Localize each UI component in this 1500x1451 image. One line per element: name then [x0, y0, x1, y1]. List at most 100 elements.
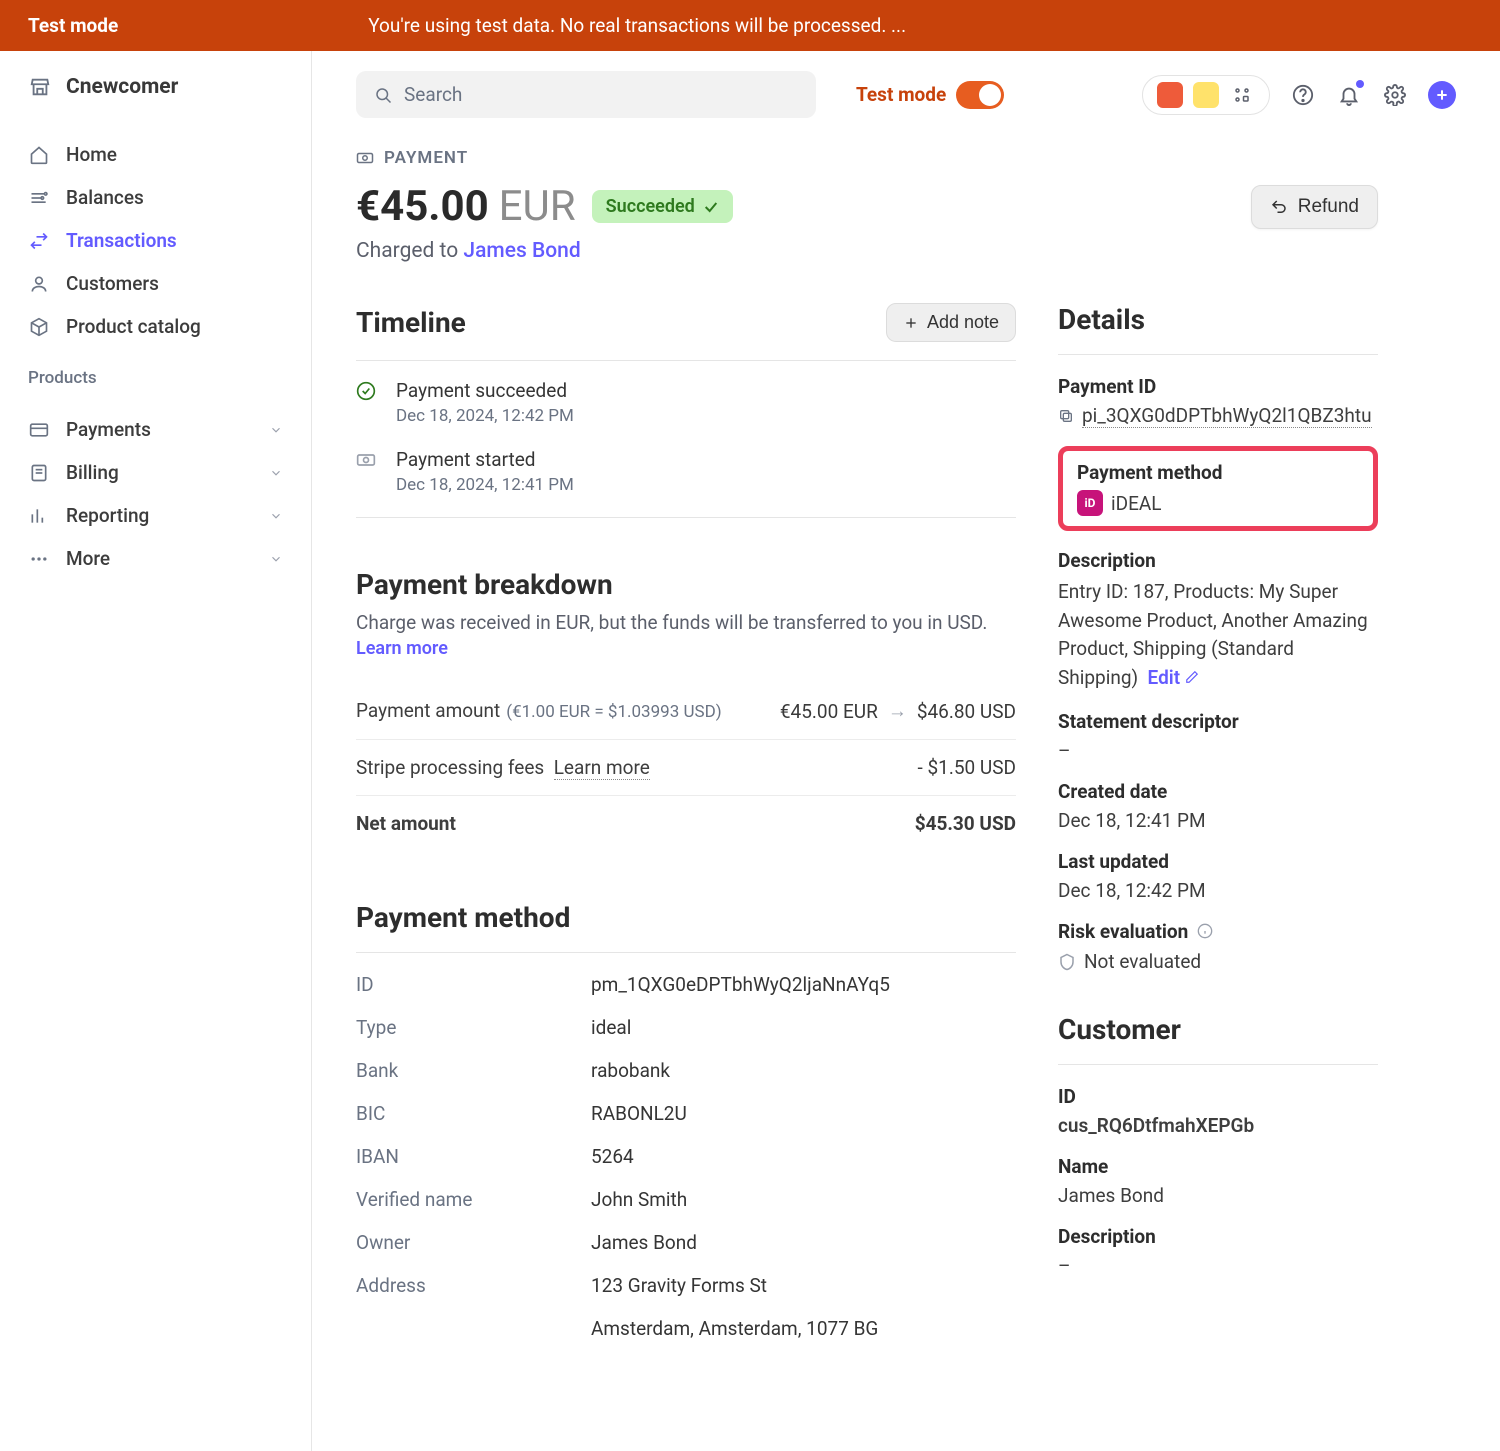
check-icon	[703, 199, 719, 215]
toggle-switch[interactable]	[956, 81, 1004, 109]
breakdown-row: Payment amount(€1.00 EUR = $1.03993 USD)…	[356, 683, 1016, 740]
refund-button[interactable]: Refund	[1251, 185, 1378, 229]
nav-payments[interactable]: Payments	[0, 408, 311, 451]
arrow-right-icon: →	[888, 699, 907, 723]
payment-method-title: Payment method	[356, 901, 570, 934]
banner-title: Test mode	[28, 14, 118, 37]
created-label: Created date	[1058, 780, 1378, 803]
balances-icon	[28, 187, 50, 209]
pencil-icon	[1185, 670, 1199, 684]
chevron-down-icon	[269, 423, 283, 437]
nav-billing[interactable]: Billing	[0, 451, 311, 494]
org-name: Cnewcomer	[66, 75, 178, 99]
description-value: Entry ID: 187, Products: My Super Awesom…	[1058, 578, 1378, 692]
created-value: Dec 18, 12:41 PM	[1058, 809, 1378, 832]
nav-home[interactable]: Home	[0, 133, 311, 176]
topbar: Search Test mode	[312, 51, 1500, 138]
pm-row: Bankrabobank	[356, 1049, 1016, 1092]
breakdown-note: Charge was received in EUR, but the fund…	[356, 611, 1016, 634]
app-switcher[interactable]	[1142, 75, 1270, 115]
risk-value: Not evaluated	[1084, 950, 1201, 973]
nav-reporting[interactable]: Reporting	[0, 494, 311, 537]
ideal-icon: iD	[1077, 490, 1103, 516]
payment-id-label: Payment ID	[1058, 375, 1378, 398]
customer-desc-label: Description	[1058, 1225, 1378, 1248]
test-mode-toggle[interactable]: Test mode	[856, 81, 1004, 109]
pm-row: Amsterdam, Amsterdam, 1077 BG	[356, 1307, 1016, 1350]
nav-label: Home	[66, 143, 117, 166]
payment-id-value[interactable]: pi_3QXG0dDPTbhWyQ2l1QBZ3htu	[1082, 404, 1372, 428]
org-switcher[interactable]: Cnewcomer	[0, 75, 311, 123]
customer-name-label: Name	[1058, 1155, 1378, 1178]
payment-currency: EUR	[499, 182, 576, 231]
payment-method-highlight: Payment method iD iDEAL	[1058, 446, 1378, 531]
pm-value-row: iD iDEAL	[1077, 490, 1359, 516]
pm-row: Address123 Gravity Forms St	[356, 1264, 1016, 1307]
timeline-item: Payment started Dec 18, 2024, 12:41 PM	[356, 448, 1016, 495]
charged-to: Charged to James Bond	[356, 239, 1378, 263]
test-mode-banner: Test mode You're using test data. No rea…	[0, 0, 1500, 51]
breakdown-row: Stripe processing fees Learn more - $1.5…	[356, 740, 1016, 796]
plus-icon	[903, 315, 919, 331]
user-icon	[28, 273, 50, 295]
add-note-label: Add note	[927, 312, 999, 333]
bell-icon[interactable]	[1336, 82, 1362, 108]
banner-message: You're using test data. No real transact…	[368, 14, 906, 37]
search-input[interactable]: Search	[356, 71, 816, 118]
timeline-time: Dec 18, 2024, 12:42 PM	[396, 406, 574, 426]
nav-more[interactable]: More	[0, 537, 311, 580]
shield-icon	[1058, 953, 1076, 971]
updated-label: Last updated	[1058, 850, 1378, 873]
test-mode-label: Test mode	[856, 83, 946, 106]
customer-id-link[interactable]: cus_RQ6DtfmahXEPGb	[1058, 1114, 1378, 1137]
nav-balances[interactable]: Balances	[0, 176, 311, 219]
timeline-time: Dec 18, 2024, 12:41 PM	[396, 475, 574, 495]
app-icon-2	[1193, 82, 1219, 108]
add-note-button[interactable]: Add note	[886, 303, 1016, 342]
pm-row: Typeideal	[356, 1006, 1016, 1049]
package-icon	[28, 316, 50, 338]
nav-label: Product catalog	[66, 315, 201, 338]
pm-row: BICRABONL2U	[356, 1092, 1016, 1135]
app-icon-1	[1157, 82, 1183, 108]
home-icon	[28, 144, 50, 166]
payment-amount: €45.00	[356, 182, 489, 231]
customer-link[interactable]: James Bond	[463, 239, 580, 263]
create-button[interactable]	[1428, 81, 1456, 109]
breakdown-learn-more[interactable]: Learn more	[356, 638, 1016, 659]
nav-label: Billing	[66, 461, 119, 484]
payment-id-row: pi_3QXG0dDPTbhWyQ2l1QBZ3htu	[1058, 404, 1378, 428]
breakdown-title: Payment breakdown	[356, 568, 1016, 601]
nav-product-catalog[interactable]: Product catalog	[0, 305, 311, 348]
pm-label: Payment method	[1077, 461, 1359, 484]
nav-label: Transactions	[66, 229, 177, 252]
customer-title: Customer	[1058, 1013, 1378, 1065]
nav-customers[interactable]: Customers	[0, 262, 311, 305]
search-placeholder: Search	[404, 83, 462, 106]
risk-label: Risk evaluation	[1058, 920, 1378, 944]
store-icon	[28, 75, 52, 99]
status-badge: Succeeded	[592, 190, 733, 223]
chevron-down-icon	[269, 466, 283, 480]
payment-icon	[356, 149, 374, 167]
fees-learn-more[interactable]: Learn more	[554, 756, 650, 780]
description-label: Description	[1058, 549, 1378, 572]
edit-description[interactable]: Edit	[1148, 666, 1199, 689]
info-icon[interactable]	[1197, 921, 1213, 944]
nav-transactions[interactable]: Transactions	[0, 219, 311, 262]
pm-value: iDEAL	[1111, 492, 1162, 515]
chart-icon	[28, 505, 50, 527]
timeline-text: Payment succeeded	[396, 379, 574, 402]
help-icon[interactable]	[1290, 82, 1316, 108]
breakdown-row-net: Net amount $45.30 USD	[356, 796, 1016, 851]
pm-row: IDpm_1QXG0eDPTbhWyQ2ljaNnAYq5	[356, 963, 1016, 1006]
nav-label: More	[66, 547, 110, 570]
statement-label: Statement descriptor	[1058, 710, 1378, 733]
nav-label: Payments	[66, 418, 151, 441]
chevron-down-icon	[269, 552, 283, 566]
copy-icon[interactable]	[1058, 408, 1074, 424]
nav-label: Customers	[66, 272, 159, 295]
card-icon	[28, 419, 50, 441]
gear-icon[interactable]	[1382, 82, 1408, 108]
updated-value: Dec 18, 12:42 PM	[1058, 879, 1378, 902]
